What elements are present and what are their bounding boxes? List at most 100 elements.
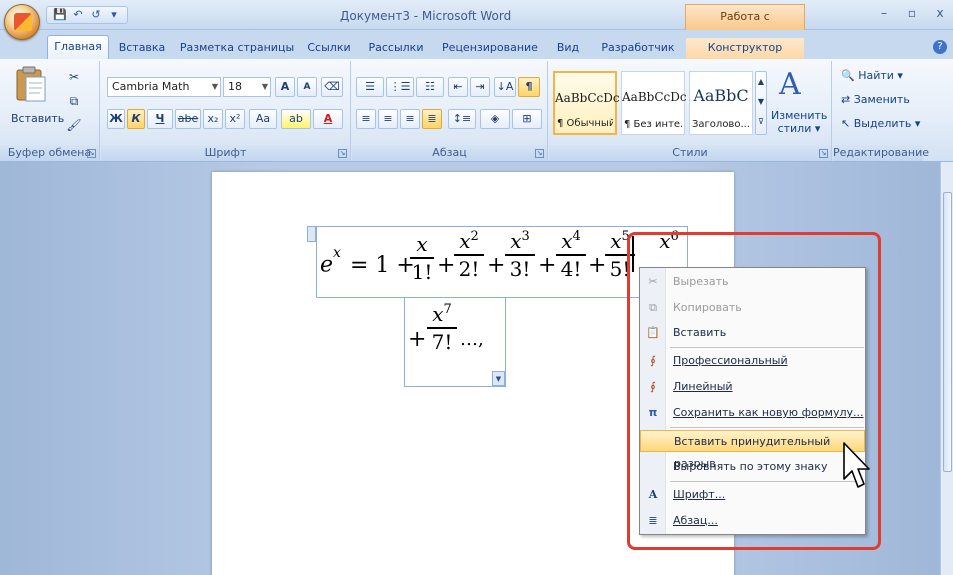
underline-button[interactable]: Ч	[147, 109, 173, 129]
scissors-icon: ✂	[648, 275, 658, 288]
increase-indent-icon[interactable]: ⇥	[470, 77, 490, 97]
shading-icon[interactable]: ◈	[480, 109, 510, 129]
numbering-icon[interactable]: ⋮☰	[386, 77, 414, 97]
equation-lhs-exponent: x	[333, 245, 341, 261]
select-button[interactable]: ↖ Выделить ▾	[841, 117, 920, 130]
multilevel-list-icon[interactable]: ☷	[416, 77, 444, 97]
styles-gallery-scroll[interactable]: ▲ ▼ ⊽	[755, 71, 767, 135]
font-color-button[interactable]: A	[313, 109, 343, 129]
professional-icon: ∮	[650, 354, 656, 367]
superscript-button[interactable]: x²	[225, 109, 245, 129]
align-right-icon[interactable]: ≡	[400, 109, 420, 129]
maximize-button[interactable]: ▫	[905, 6, 919, 20]
decrease-indent-icon[interactable]: ⇤	[448, 77, 468, 97]
grow-font-button[interactable]: A	[275, 77, 295, 97]
fraction-bar	[410, 257, 434, 259]
menu-item-cut[interactable]: ✂ Вырезать	[640, 271, 865, 293]
numerator-exponent: 4	[572, 229, 581, 244]
chevron-down-icon: ▼	[211, 82, 218, 91]
contextual-tab-group-title: Работа с формулами	[685, 4, 805, 47]
borders-icon[interactable]: ⊞	[512, 109, 542, 129]
font-size-combo[interactable]: 18 ▼	[223, 77, 271, 97]
editing-group-label: Редактирование	[833, 145, 929, 161]
paste-icon[interactable]	[14, 65, 48, 103]
tab-review[interactable]: Рецензирование	[440, 38, 540, 59]
styles-launcher[interactable]: ↘	[819, 149, 828, 158]
sort-icon[interactable]: ↓A	[494, 77, 516, 97]
style-heading-1[interactable]: AaBbC Заголово...	[689, 71, 753, 135]
numerator-base: x	[561, 229, 573, 253]
tab-insert[interactable]: Вставка	[112, 38, 172, 59]
tab-page-layout[interactable]: Разметка страницы	[178, 38, 296, 59]
fraction-numerator: x2	[454, 229, 484, 252]
equation-lhs: ex	[320, 245, 341, 277]
replace-button[interactable]: ⇄ Заменить	[841, 93, 910, 106]
change-styles-icon[interactable]: A	[779, 67, 801, 102]
menu-separator	[670, 347, 864, 348]
tab-references[interactable]: Ссылки	[303, 38, 355, 59]
style-sample: AaBbC	[693, 86, 749, 105]
office-button[interactable]	[4, 4, 40, 40]
clipboard-launcher[interactable]: ↘	[87, 149, 96, 158]
strikethrough-button[interactable]: abe	[175, 109, 201, 129]
tab-developer[interactable]: Разработчик	[597, 38, 679, 59]
window-controls: – ▫ x	[877, 6, 947, 20]
save-equation-icon: π	[648, 406, 658, 419]
menu-item-save-equation[interactable]: π Сохранить как новую формулу...	[640, 402, 865, 424]
equation-handle[interactable]	[307, 226, 316, 242]
menu-item-font[interactable]: A Шрифт...	[640, 484, 865, 506]
shrink-font-button[interactable]: A	[297, 77, 317, 97]
menu-item-paste[interactable]: 📋 Вставить	[640, 322, 865, 344]
menu-item-paragraph[interactable]: ≣ Абзац...	[640, 510, 865, 532]
bold-button[interactable]: Ж	[107, 109, 125, 129]
numerator-base: x	[610, 229, 622, 253]
save-icon[interactable]: 💾	[53, 8, 67, 22]
font-launcher[interactable]: ↘	[338, 149, 347, 158]
style-normal[interactable]: AaBbCcDc ¶ Обычный	[553, 71, 620, 135]
equation-options-dropdown[interactable]: ▼	[492, 371, 505, 386]
scrollbar-thumb[interactable]	[943, 192, 952, 472]
minimize-button[interactable]: –	[877, 6, 891, 20]
font-name-combo[interactable]: Cambria Math ▼	[107, 77, 221, 97]
undo-icon[interactable]: ↶	[71, 8, 85, 22]
close-button[interactable]: x	[933, 6, 947, 20]
subscript-button[interactable]: x₂	[203, 109, 223, 129]
align-left-icon[interactable]: ≡	[356, 109, 376, 129]
align-center-icon[interactable]: ≡	[378, 109, 398, 129]
paste-button[interactable]: Вставить	[10, 109, 64, 129]
paragraph-group: ☰ ⋮☰ ☷ ⇤ ⇥ ↓A ¶ ≡ ≡ ≡ ≣ ↕≡ ◈ ⊞ Абзац ↘	[352, 61, 548, 161]
fraction-denominator: 4!	[560, 256, 582, 281]
show-formatting-marks-button[interactable]: ¶	[518, 77, 540, 97]
title-bar: 💾 ↶ ↺ ▾ Документ3 - Microsoft Word Работ…	[0, 0, 953, 47]
menu-item-align-at-this-character[interactable]: Выровнять по этому знаку	[640, 456, 865, 478]
customize-qat-icon[interactable]: ▾	[107, 8, 121, 22]
mouse-pointer-icon	[843, 442, 870, 488]
italic-button[interactable]: К	[127, 109, 145, 129]
bullets-icon[interactable]: ☰	[356, 77, 384, 97]
styles-group: AaBbCcDc ¶ Обычный AaBbCcDc ¶ Без инте..…	[549, 61, 832, 161]
tab-mailings[interactable]: Рассылки	[363, 38, 429, 59]
menu-item-professional[interactable]: ∮ Профессиональный	[640, 350, 865, 372]
menu-item-linear[interactable]: ∮ Линейный	[640, 376, 865, 398]
vertical-scrollbar[interactable]	[940, 162, 953, 575]
help-icon[interactable]: ?	[933, 40, 947, 54]
format-painter-icon[interactable]: 🖌	[64, 115, 84, 135]
menu-item-insert-manual-break[interactable]: Вставить принудительный разрыв	[640, 430, 865, 470]
tab-home[interactable]: Главная	[47, 35, 109, 59]
line-spacing-icon[interactable]: ↕≡	[448, 109, 476, 129]
copy-icon[interactable]: ⧉	[64, 91, 84, 111]
style-no-spacing[interactable]: AaBbCcDc ¶ Без инте...	[621, 71, 687, 135]
plus-sign: +	[538, 253, 557, 278]
cut-icon[interactable]: ✂	[64, 67, 84, 87]
change-case-button[interactable]: Aa	[249, 109, 277, 129]
menu-item-copy[interactable]: ⧉ Копировать	[640, 297, 865, 319]
redo-icon[interactable]: ↺	[89, 8, 103, 22]
justify-icon[interactable]: ≣	[422, 109, 442, 129]
tab-design[interactable]: Конструктор	[686, 38, 804, 59]
find-button[interactable]: 🔍 Найти ▾	[841, 69, 903, 82]
tab-view[interactable]: Вид	[551, 38, 585, 59]
clear-formatting-icon[interactable]: ⌫	[321, 77, 343, 97]
paragraph-launcher[interactable]: ↘	[535, 149, 544, 158]
highlight-button[interactable]: ab	[281, 109, 311, 129]
change-styles-button[interactable]: Изменить стили ▾	[771, 109, 827, 135]
